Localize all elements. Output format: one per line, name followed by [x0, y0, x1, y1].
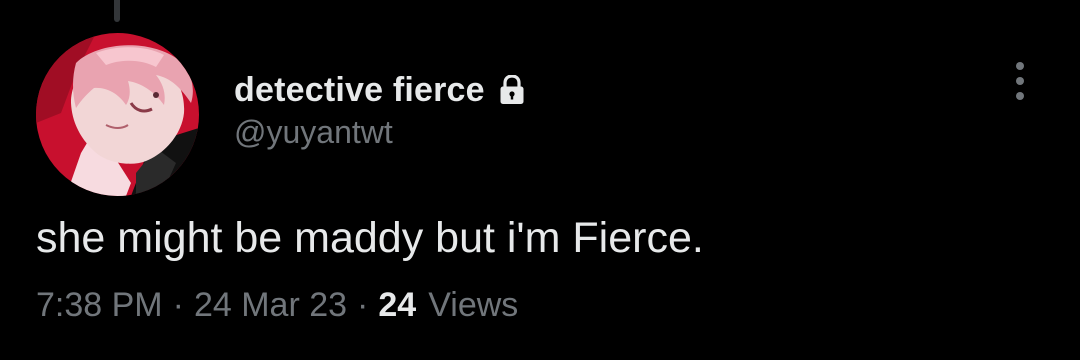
- author-name-row: detective fierce: [234, 68, 525, 112]
- avatar-image: [36, 33, 199, 196]
- views-label[interactable]: Views: [428, 286, 518, 325]
- author-handle[interactable]: @yuyantwt: [234, 114, 393, 151]
- meta-separator: ·: [172, 286, 184, 324]
- more-dot: [1016, 92, 1024, 100]
- thread-connector-line: [114, 0, 120, 22]
- tweet-text: she might be maddy but i'm Fierce.: [36, 214, 704, 262]
- lock-icon: [500, 75, 524, 104]
- avatar[interactable]: [36, 33, 199, 196]
- author-display-name[interactable]: detective fierce: [234, 71, 485, 110]
- more-dot: [1016, 77, 1024, 85]
- tweet-date[interactable]: 24 Mar 23: [194, 286, 347, 325]
- tweet-time[interactable]: 7:38 PM: [36, 286, 163, 325]
- more-vertical-icon[interactable]: [1000, 58, 1040, 104]
- tweet-meta: 7:38 PM · 24 Mar 23 · 24 Views: [36, 286, 518, 325]
- views-count[interactable]: 24: [378, 286, 416, 325]
- more-dot: [1016, 62, 1024, 70]
- meta-separator: ·: [357, 286, 369, 324]
